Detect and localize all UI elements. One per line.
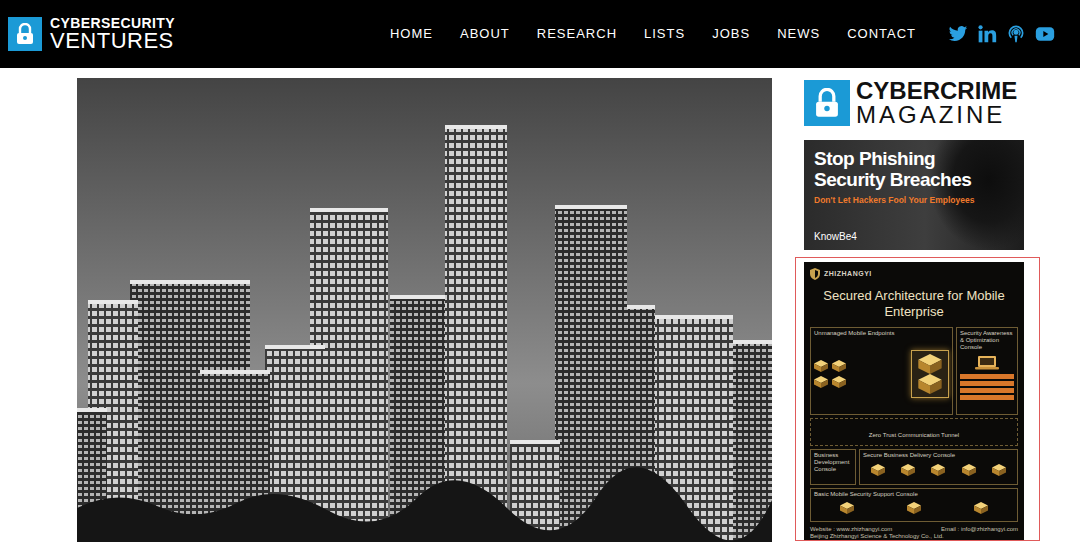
hero-photo	[77, 78, 772, 542]
gold-block-icon	[832, 360, 846, 372]
console-button	[960, 374, 1014, 379]
box-label: Business Development Console	[814, 452, 852, 474]
development-box: Business Development Console	[810, 449, 856, 485]
gold-block-icon	[907, 502, 921, 514]
core-box	[911, 350, 949, 398]
box-label: Secure Business Delivery Console	[863, 452, 1014, 459]
nav-link[interactable]: NEWS	[777, 24, 820, 44]
gold-block-icon	[918, 354, 942, 374]
ad-headline: Stop PhishingSecurity Breaches Don't Let …	[814, 148, 1014, 206]
nav-link[interactable]: JOBS	[712, 24, 750, 44]
podcast-icon[interactable]	[1006, 24, 1026, 44]
phishing-ad[interactable]: Stop PhishingSecurity Breaches Don't Let …	[804, 140, 1024, 250]
sidebar: CYBERCRIMEMAGAZINEStop PhishingSecurity …	[804, 78, 1025, 541]
logo-title: CYBERSECURITY	[50, 16, 175, 31]
ad-slot: Stop PhishingSecurity Breaches Don't Let …	[795, 135, 1040, 251]
magazine-logo[interactable]: CYBERCRIMEMAGAZINE	[804, 78, 1025, 128]
lock-icon	[804, 80, 850, 126]
tunnel-bar: Zero Trust Communication Tunnel	[810, 418, 1018, 446]
box-label: Security Awareness & Optimization Consol…	[960, 330, 1014, 352]
console-button	[960, 381, 1014, 386]
gold-block-icon	[814, 376, 828, 388]
endpoint-blocks	[814, 360, 846, 388]
console-button	[960, 388, 1014, 393]
endpoints-content	[814, 337, 949, 412]
console-buttons	[960, 374, 1014, 400]
gold-block-icon	[974, 502, 988, 514]
magazine-text: CYBERCRIMEMAGAZINE	[856, 79, 1017, 127]
site-logo[interactable]: CYBERSECURITYVENTURES	[8, 16, 175, 53]
site-header: CYBERSECURITYVENTURES HOME ABOUT RESEARCH LI…	[0, 0, 1080, 68]
main-nav: HOME ABOUT RESEARCH LISTS JOBS NEWS CONTACT	[390, 24, 916, 44]
console-button	[960, 395, 1014, 400]
logo-subtitle: VENTURES	[50, 30, 175, 52]
ad-tagline: Don't Let Hackers Fool Your Employees	[814, 194, 1014, 207]
lock-icon	[8, 17, 42, 51]
nav-link[interactable]: HOME	[390, 24, 433, 44]
ad-title: Secured Architecture for Mobile Enterpri…	[810, 288, 1018, 321]
nav-link[interactable]: CONTACT	[847, 24, 916, 44]
awareness-box: Security Awareness & Optimization Consol…	[956, 327, 1018, 415]
company-text: Beijing Zhizhangyi Science & Technology …	[810, 533, 1018, 540]
page-content: CYBERCRIMEMAGAZINEStop PhishingSecurity …	[0, 68, 1080, 542]
gold-block-icon	[832, 376, 846, 388]
ad-brand: ZHIZHANGYI	[824, 269, 872, 280]
website-text: Website : www.zhizhangyi.com	[810, 526, 892, 534]
box-label: Unmanaged Mobile Endpoints	[814, 330, 949, 337]
architecture-diagram: Unmanaged Mobile Endpoints Security Aware…	[810, 327, 1018, 522]
support-blocks	[814, 498, 1014, 519]
contact-row: Website : www.zhizhangyi.com Email : info…	[810, 526, 1018, 534]
block-row	[814, 376, 846, 388]
ad-logo: ZHIZHANGYI	[810, 268, 1018, 280]
nav-link[interactable]: LISTS	[644, 24, 685, 44]
email-text: Email : info@zhizhangyi.com	[941, 526, 1018, 534]
gold-block-icon	[931, 464, 945, 476]
block-row	[814, 360, 846, 372]
ad-brand: KnowBe4	[814, 229, 1014, 244]
architecture-ad[interactable]: ZHIZHANGYI Secured Architecture for Mobil…	[804, 262, 1024, 540]
nav-link[interactable]: ABOUT	[460, 24, 510, 44]
diagram-row: Business Development Console Secure Busin…	[810, 449, 1018, 485]
logo-text: CYBERSECURITYVENTURES	[50, 16, 175, 53]
youtube-icon[interactable]	[1035, 24, 1055, 44]
laptop-icon	[974, 355, 1000, 370]
twitter-icon[interactable]	[948, 24, 968, 44]
social-links	[948, 24, 1055, 44]
gold-block-icon	[814, 360, 828, 372]
magazine-subtitle: MAGAZINE	[856, 103, 1017, 127]
endpoints-box: Unmanaged Mobile Endpoints	[810, 327, 953, 415]
diagram-row: Unmanaged Mobile Endpoints Security Aware…	[810, 327, 1018, 415]
gold-block-icon	[871, 464, 885, 476]
gold-block-icon	[901, 464, 915, 476]
box-label: Basic Mobile Security Support Console	[814, 491, 1014, 498]
delivery-blocks	[863, 459, 1014, 482]
gold-block-icon	[918, 374, 942, 394]
shield-icon	[810, 268, 820, 280]
ad-slot: ZHIZHANGYI Secured Architecture for Mobil…	[795, 257, 1040, 541]
magazine-title: CYBERCRIME	[856, 79, 1017, 103]
gold-block-icon	[992, 464, 1006, 476]
box-label: Zero Trust Communication Tunnel	[869, 432, 959, 438]
ad-footer: Website : www.zhizhangyi.com Email : info…	[810, 526, 1018, 541]
gold-block-icon	[962, 464, 976, 476]
ad-title: Stop Phishing	[814, 148, 1014, 169]
delivery-box: Secure Business Delivery Console	[859, 449, 1018, 485]
gold-block-icon	[840, 502, 854, 514]
ad-title: Security Breaches	[814, 169, 1014, 190]
linkedin-icon[interactable]	[977, 24, 997, 44]
nav-link[interactable]: RESEARCH	[537, 24, 617, 44]
support-box: Basic Mobile Security Support Console	[810, 488, 1018, 522]
